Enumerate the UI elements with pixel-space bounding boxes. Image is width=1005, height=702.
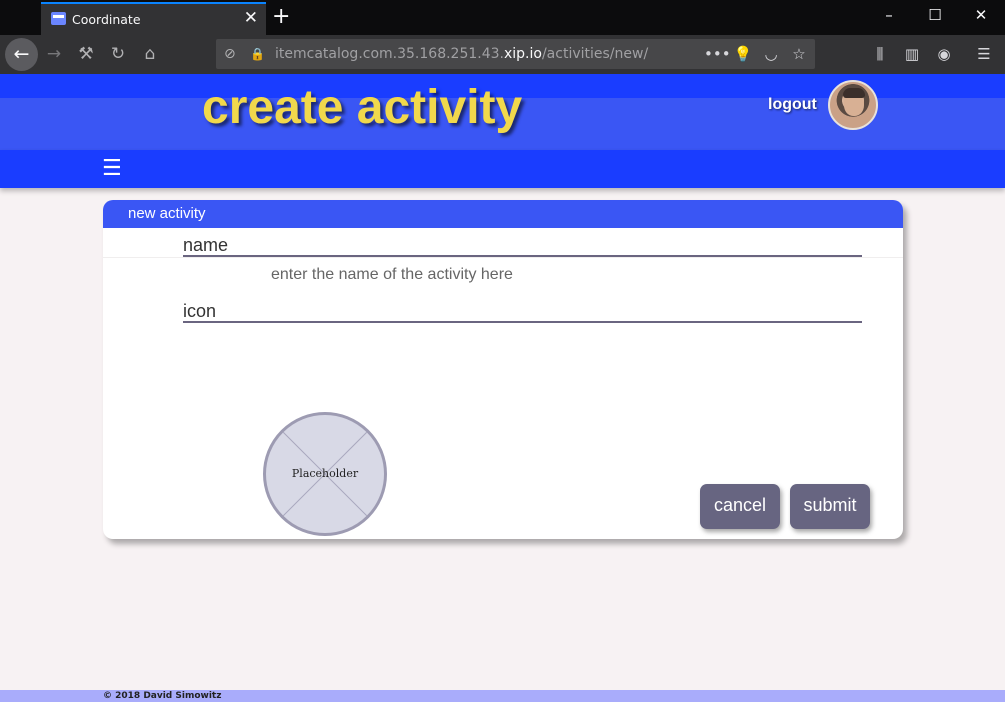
page-content: create activity logout ☰ new activity na…: [0, 74, 1005, 702]
browser-menu-icon[interactable]: ☰: [972, 44, 996, 64]
new-activity-card: new activity name enter the name of the …: [103, 200, 903, 539]
url-text[interactable]: itemcatalog.com.35.168.251.43.xip.io/act…: [275, 46, 648, 62]
bookmark-star-icon[interactable]: ☆: [788, 44, 810, 64]
minimize-icon[interactable]: –: [866, 6, 912, 24]
pocket-icon[interactable]: ◡: [760, 44, 782, 64]
close-window-icon[interactable]: ✕: [958, 6, 1004, 24]
browser-tab-active[interactable]: Coordinate ✕: [41, 2, 266, 35]
account-icon[interactable]: ◉: [932, 44, 956, 64]
library-icon[interactable]: ⫼: [868, 44, 892, 64]
tab-title: Coordinate: [72, 12, 141, 27]
browser-nav-bar: ← → ⚒ ↻ ⌂ ⊘ 🔒 itemcatalog.com.35.168.251…: [0, 35, 1005, 74]
footer-copyright: © 2018 David Simowitz: [103, 691, 222, 701]
divider: [103, 257, 903, 258]
url-path: /activities/new/: [541, 46, 649, 62]
placeholder-label: Placeholder: [291, 467, 359, 480]
page-actions-icon[interactable]: •••: [704, 44, 731, 64]
new-tab-icon[interactable]: +: [272, 4, 290, 30]
lightbulb-icon[interactable]: 💡: [732, 44, 754, 64]
user-avatar[interactable]: [828, 80, 878, 130]
icon-field-label: icon: [183, 301, 217, 321]
tab-close-icon[interactable]: ✕: [244, 8, 258, 28]
submit-button[interactable]: submit: [790, 484, 870, 529]
forward-arrow-icon[interactable]: →: [42, 42, 66, 66]
insecure-lock-icon[interactable]: 🔒: [250, 45, 265, 63]
reload-icon[interactable]: ↻: [106, 42, 130, 66]
card-header: new activity: [103, 200, 903, 228]
tools-icon[interactable]: ⚒: [74, 42, 98, 66]
logout-link[interactable]: logout: [768, 96, 817, 114]
back-arrow-icon[interactable]: ←: [5, 38, 38, 71]
hamburger-menu-icon[interactable]: ☰: [102, 157, 122, 181]
name-field-label: name: [183, 235, 229, 255]
url-host: xip.io: [504, 46, 542, 62]
card-title: new activity: [128, 205, 206, 222]
site-favicon-icon: [51, 12, 66, 25]
url-prefix: itemcatalog.com.35.168.251.43.: [275, 46, 504, 62]
home-icon[interactable]: ⌂: [138, 42, 162, 66]
url-bar[interactable]: ⊘ 🔒 itemcatalog.com.35.168.251.43.xip.io…: [216, 39, 815, 69]
page-title: create activity: [202, 81, 523, 134]
icon-field-underline: [183, 321, 862, 323]
header-nav-band: [0, 150, 1005, 188]
cancel-button[interactable]: cancel: [700, 484, 780, 529]
sidebar-icon[interactable]: ▥: [900, 44, 924, 64]
tracking-protection-icon[interactable]: ⊘: [224, 45, 236, 63]
icon-upload-placeholder[interactable]: Placeholder: [263, 412, 387, 536]
maximize-icon[interactable]: ☐: [912, 6, 958, 24]
browser-tab-bar: Coordinate ✕ + – ☐ ✕: [0, 0, 1005, 35]
name-field-hint[interactable]: enter the name of the activity here: [271, 266, 513, 284]
